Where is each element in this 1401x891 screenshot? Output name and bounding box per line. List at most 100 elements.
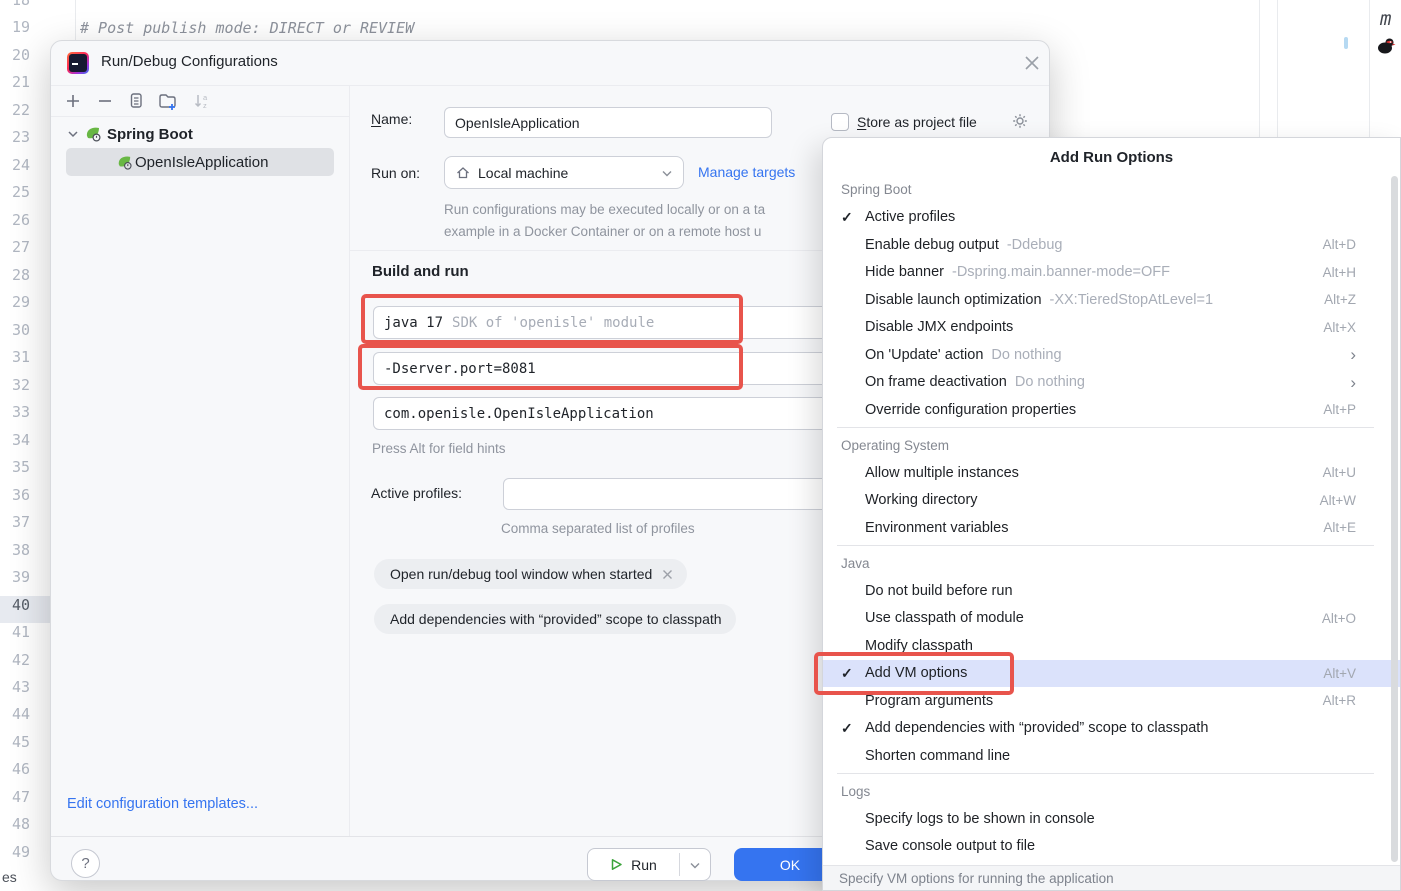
tree-group-spring-boot[interactable]: Spring Boot: [67, 121, 193, 147]
screen: 1819202122232425262728293031323334353637…: [0, 0, 1401, 891]
menu-item-working-directory[interactable]: Working directoryAlt+W: [823, 487, 1400, 515]
run-on-helper-line1: Run configurations may be executed local…: [444, 202, 765, 217]
sort-az-icon[interactable]: a z: [191, 91, 211, 111]
submenu-chevron-icon: ›: [1350, 374, 1356, 391]
menu-item-disable-launch-optimization[interactable]: Disable launch optimization-XX:TieredSto…: [823, 286, 1400, 314]
scrollbar-mark: [1344, 37, 1348, 49]
gutter-line-number: 31: [0, 348, 50, 376]
svg-text:z: z: [203, 101, 207, 110]
menu-item-label: Disable JMX endpoints: [865, 319, 1013, 335]
gutter-line-number: 30: [0, 321, 50, 349]
menu-item-shortcut: Alt+V: [1323, 666, 1356, 681]
chip-open-tool-window[interactable]: Open run/debug tool window when started: [374, 559, 687, 589]
menu-item-add-dependencies-with-provided-scope-to-classpath[interactable]: ✓Add dependencies with “provided” scope …: [823, 715, 1400, 743]
popup-scrollbar[interactable]: [1391, 176, 1398, 862]
gutter-line-number: 49: [0, 843, 50, 871]
menu-item-hint: -Dspring.main.banner-mode=OFF: [952, 264, 1170, 280]
spring-boot-icon: [116, 154, 133, 171]
name-input[interactable]: OpenIsleApplication: [444, 107, 772, 138]
gutter-line-number: 38: [0, 541, 50, 569]
gutter-line-number: 29: [0, 293, 50, 321]
menu-item-disable-jmx-endpoints[interactable]: Disable JMX endpoints Alt+X: [823, 314, 1400, 342]
menu-item-environment-variables[interactable]: Environment variablesAlt+E: [823, 514, 1400, 542]
popup-footer: Specify VM options for running the appli…: [823, 865, 1400, 890]
close-icon: [662, 569, 673, 580]
intellij-logo-icon: [67, 52, 89, 74]
menu-item-shortcut: Alt+Z: [1324, 292, 1356, 307]
menu-item-label: Working directory: [865, 492, 978, 508]
close-icon[interactable]: [1021, 52, 1043, 74]
gutter-line-number: 37: [0, 513, 50, 541]
store-as-project-file-checkbox[interactable]: [831, 113, 849, 131]
gutter-line-number: 23: [0, 128, 50, 156]
remove-icon[interactable]: [95, 91, 115, 111]
manage-targets-link[interactable]: Manage targets: [698, 164, 795, 180]
editor-split-divider: [1369, 0, 1370, 137]
main-class-field[interactable]: com.openisle.OpenIsleApplication: [373, 397, 881, 430]
menu-item-on-update-action[interactable]: On 'Update' actionDo nothing›: [823, 341, 1400, 369]
menu-item-label: Shorten command line: [865, 748, 1010, 764]
run-on-helper-line2: example in a Docker Container or on a re…: [444, 224, 761, 239]
menu-item-label: On frame deactivation: [865, 374, 1007, 390]
menu-divider: [823, 424, 1400, 432]
gutter-line-number: 40: [0, 596, 50, 624]
tree-group-label: Spring Boot: [107, 126, 193, 143]
gutter-line-number: 33: [0, 403, 50, 431]
menu-item-override-configuration-properties[interactable]: Override configuration propertiesAlt+P: [823, 396, 1400, 424]
new-folder-icon[interactable]: [157, 91, 177, 111]
gutter-separator: [75, 0, 76, 40]
right-editor-text: m: [1380, 8, 1391, 30]
menu-item-label: On 'Update' action: [865, 347, 983, 363]
gear-icon[interactable]: [1011, 112, 1029, 130]
store-as-project-file-label: Store as project file: [857, 114, 977, 130]
statusbar-partial-text: es: [2, 869, 17, 885]
menu-item-allow-multiple-instances[interactable]: Allow multiple instancesAlt+U: [823, 459, 1400, 487]
run-on-select[interactable]: Local machine: [444, 156, 684, 189]
menu-section-logs: Logs: [823, 778, 1400, 806]
help-button[interactable]: ?: [71, 849, 100, 878]
gutter-line-number: 34: [0, 431, 50, 459]
dialog-titlebar: Run/Debug Configurations: [51, 41, 1049, 86]
gutter-line-number: 19: [0, 18, 50, 46]
checkmark-icon: ✓: [841, 209, 865, 226]
dialog-title: Run/Debug Configurations: [101, 53, 278, 70]
edit-configuration-templates-link[interactable]: Edit configuration templates...: [67, 796, 258, 812]
menu-item-label: Enable debug output: [865, 237, 999, 253]
gutter-line-number: 25: [0, 183, 50, 211]
menu-item-label: Environment variables: [865, 520, 1008, 536]
menu-item-enable-debug-output[interactable]: Enable debug output -Ddebug Alt+D: [823, 231, 1400, 259]
copy-icon[interactable]: [125, 91, 145, 111]
run-dropdown-chevron[interactable]: [680, 849, 710, 880]
gutter-line-number: 26: [0, 211, 50, 239]
menu-item-on-frame-deactivation[interactable]: On frame deactivationDo nothing›: [823, 369, 1400, 397]
editor-gutter: 1819202122232425262728293031323334353637…: [0, 0, 50, 891]
menu-item-shortcut: Alt+U: [1323, 465, 1356, 480]
menu-item-use-classpath-of-module[interactable]: Use classpath of moduleAlt+O: [823, 605, 1400, 633]
gutter-line-number: 48: [0, 815, 50, 843]
menu-item-hint: -Ddebug: [1007, 237, 1063, 253]
run-button[interactable]: Run: [587, 848, 711, 881]
menu-item-shortcut: Alt+H: [1323, 265, 1356, 280]
menu-item-shorten-command-line[interactable]: Shorten command line: [823, 742, 1400, 770]
menu-divider: [823, 770, 1400, 778]
chevron-down-icon: [67, 128, 79, 140]
editor-divider-1: [1259, 0, 1260, 137]
annotation-box-add-vm-options: [814, 652, 1014, 695]
menu-item-shortcut: Alt+D: [1323, 237, 1356, 252]
active-profiles-label: Active profiles:: [371, 485, 462, 501]
menu-item-label: Save console output to file: [865, 838, 1035, 854]
menu-item-do-not-build-before-run[interactable]: Do not build before run: [823, 577, 1400, 605]
run-on-value: Local machine: [478, 165, 568, 181]
menu-item-specify-logs-to-be-shown-in-console[interactable]: Specify logs to be shown in console: [823, 805, 1400, 833]
tree-item-openisleapplication[interactable]: OpenIsleApplication: [66, 148, 334, 176]
menu-item-shortcut: Alt+X: [1323, 320, 1356, 335]
chip-add-provided-deps[interactable]: Add dependencies with “provided” scope t…: [374, 604, 736, 634]
menu-item-hide-banner[interactable]: Hide banner-Dspring.main.banner-mode=OFF…: [823, 259, 1400, 287]
menu-item-active-profiles[interactable]: ✓Active profiles: [823, 204, 1400, 232]
menu-item-save-console-output-to-file[interactable]: Save console output to file: [823, 833, 1400, 861]
menu-item-label: Disable launch optimization: [865, 292, 1042, 308]
run-button-label: Run: [631, 857, 657, 873]
add-icon[interactable]: [63, 91, 83, 111]
gutter-line-number: 47: [0, 788, 50, 816]
gutter-line-number: 36: [0, 486, 50, 514]
